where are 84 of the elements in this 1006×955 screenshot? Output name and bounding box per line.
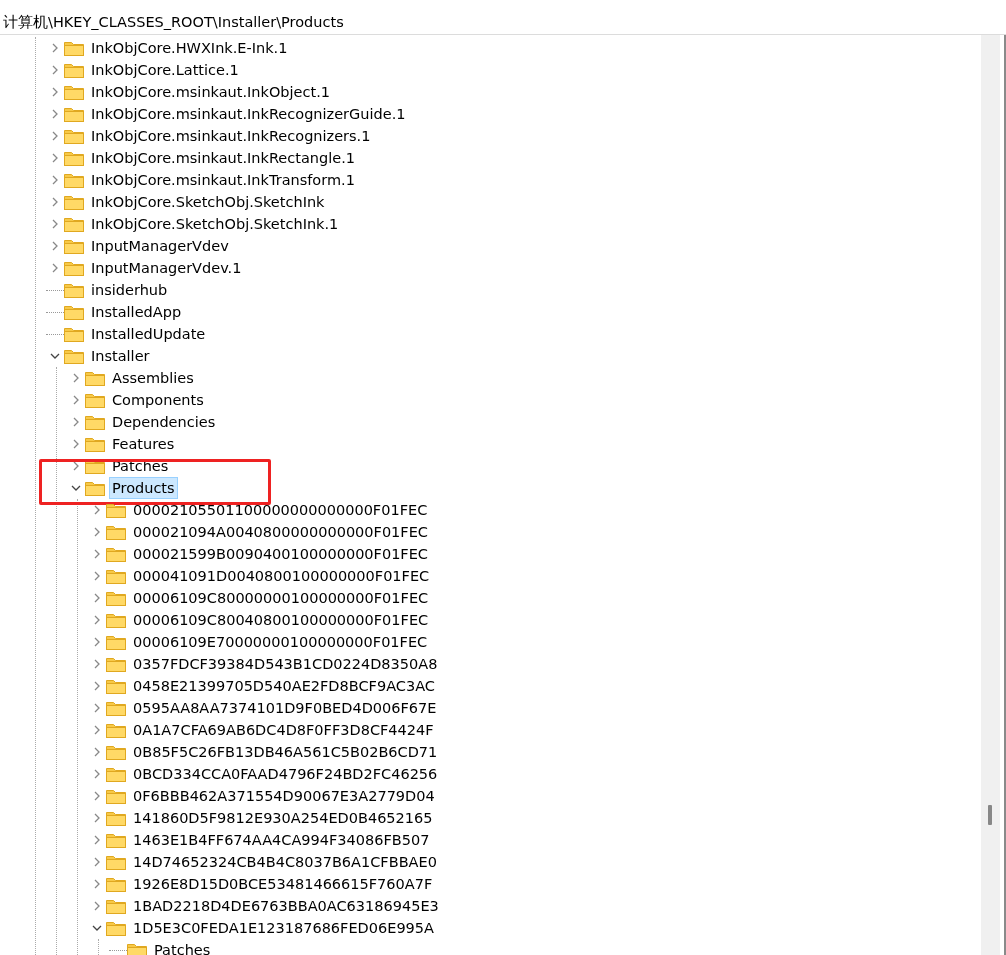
tree-item[interactable]: Features xyxy=(109,433,178,455)
tree-item[interactable]: 0B85F5C26FB13DB46A561C5B02B6CD71 xyxy=(130,741,441,763)
tree-item[interactable]: insiderhub xyxy=(88,279,171,301)
tree-item[interactable]: 14D74652324CB4B4C8037B6A1CFBBAE0 xyxy=(130,851,440,873)
folder-icon xyxy=(106,744,126,760)
tree-item[interactable]: InputManagerVdev.1 xyxy=(88,257,245,279)
tree-item[interactable]: 00006109C80000000100000000F01FEC xyxy=(130,587,432,609)
folder-icon xyxy=(106,898,126,914)
folder-icon xyxy=(64,84,84,100)
tree-item[interactable]: 0BCD334CCA0FAAD4796F24BD2FC46256 xyxy=(130,763,441,785)
tree-item[interactable]: InstalledApp xyxy=(88,301,185,323)
folder-icon xyxy=(64,40,84,56)
tree-item[interactable]: Products xyxy=(109,477,178,499)
folder-icon xyxy=(106,590,126,606)
folder-icon xyxy=(106,700,126,716)
folder-icon xyxy=(64,172,84,188)
tree-item[interactable]: 00006109E70000000100000000F01FEC xyxy=(130,631,431,653)
folder-icon xyxy=(106,854,126,870)
tree-item[interactable]: Components xyxy=(109,389,207,411)
folder-icon xyxy=(106,678,126,694)
folder-icon xyxy=(64,106,84,122)
tree-item[interactable]: InkObjCore.SketchObj.SketchInk.1 xyxy=(88,213,342,235)
folder-icon xyxy=(85,370,105,386)
folder-icon xyxy=(64,194,84,210)
address-path[interactable]: 计算机\HKEY_CLASSES_ROOT\Installer\Products xyxy=(3,12,344,32)
folder-icon xyxy=(106,612,126,628)
folder-icon xyxy=(106,568,126,584)
folder-icon xyxy=(64,62,84,78)
tree-item[interactable]: 000021599B0090400100000000F01FEC xyxy=(130,543,431,565)
folder-icon xyxy=(106,920,126,936)
tree-item[interactable]: InkObjCore.SketchObj.SketchInk xyxy=(88,191,328,213)
folder-icon xyxy=(106,722,126,738)
tree-item[interactable]: 0595AA8AA7374101D9F0BED4D006F67E xyxy=(130,697,440,719)
tree-item[interactable]: 141860D5F9812E930A254ED0B4652165 xyxy=(130,807,436,829)
folder-icon xyxy=(85,480,105,496)
folder-icon xyxy=(106,810,126,826)
tree-item[interactable]: InkObjCore.msinkaut.InkTransform.1 xyxy=(88,169,358,191)
tree-item[interactable]: 0357FDCF39384D543B1CD0224D8350A8 xyxy=(130,653,441,675)
folder-icon xyxy=(64,304,84,320)
tree-item[interactable]: 0458E21399705D540AE2FD8BCF9AC3AC xyxy=(130,675,438,697)
folder-icon xyxy=(64,326,84,342)
tree-item[interactable]: InkObjCore.HWXInk.E-Ink.1 xyxy=(88,37,291,59)
tree-item[interactable]: Patches xyxy=(151,939,214,955)
folder-icon xyxy=(85,414,105,430)
tree-item[interactable]: InkObjCore.msinkaut.InkRectangle.1 xyxy=(88,147,359,169)
tree-item[interactable]: 000021094A0040800000000000F01FEC xyxy=(130,521,431,543)
folder-icon xyxy=(64,260,84,276)
folder-icon xyxy=(64,150,84,166)
tree-item[interactable]: 0A1A7CFA69AB6DC4D8F0FF3D8CF4424F xyxy=(130,719,437,741)
folder-icon xyxy=(64,128,84,144)
folder-icon xyxy=(106,788,126,804)
folder-icon xyxy=(127,942,147,955)
tree-item[interactable]: 00002105501100000000000000F01FEC xyxy=(130,499,431,521)
folder-icon xyxy=(106,656,126,672)
tree-item[interactable]: InkObjCore.msinkaut.InkRecognizers.1 xyxy=(88,125,374,147)
folder-icon xyxy=(85,392,105,408)
folder-icon xyxy=(106,876,126,892)
folder-icon xyxy=(106,524,126,540)
folder-icon xyxy=(106,634,126,650)
tree-item[interactable]: InkObjCore.msinkaut.InkObject.1 xyxy=(88,81,333,103)
folder-icon xyxy=(106,832,126,848)
tree-item[interactable]: 1926E8D15D0BCE53481466615F760A7F xyxy=(130,873,436,895)
tree-item[interactable]: 000041091D0040800100000000F01FEC xyxy=(130,565,433,587)
tree-item[interactable]: 1D5E3C0FEDA1E123187686FED06E995A xyxy=(130,917,437,939)
tree-item[interactable]: InstalledUpdate xyxy=(88,323,209,345)
tree-item[interactable]: 1BAD2218D4DE6763BBA0AC63186945E3 xyxy=(130,895,442,917)
scroll-thumb[interactable] xyxy=(988,805,992,825)
folder-icon xyxy=(106,766,126,782)
tree-item[interactable]: 0F6BBB462A371554D90067E3A2779D04 xyxy=(130,785,438,807)
tree-item[interactable]: InkObjCore.Lattice.1 xyxy=(88,59,242,81)
folder-icon xyxy=(64,348,84,364)
tree-item[interactable]: 1463E1B4FF674AA4CA994F34086FB507 xyxy=(130,829,433,851)
tree-item[interactable]: InkObjCore.msinkaut.InkRecognizerGuide.1 xyxy=(88,103,409,125)
tree-item[interactable]: 00006109C80040800100000000F01FEC xyxy=(130,609,432,631)
tree-item[interactable]: InputManagerVdev xyxy=(88,235,232,257)
folder-icon xyxy=(85,436,105,452)
folder-icon xyxy=(64,282,84,298)
folder-icon xyxy=(106,546,126,562)
tree-item[interactable]: Dependencies xyxy=(109,411,219,433)
tree-item[interactable]: Assemblies xyxy=(109,367,197,389)
folder-icon xyxy=(106,502,126,518)
folder-icon xyxy=(64,238,84,254)
folder-icon xyxy=(64,216,84,232)
tree-item[interactable]: Installer xyxy=(88,345,153,367)
